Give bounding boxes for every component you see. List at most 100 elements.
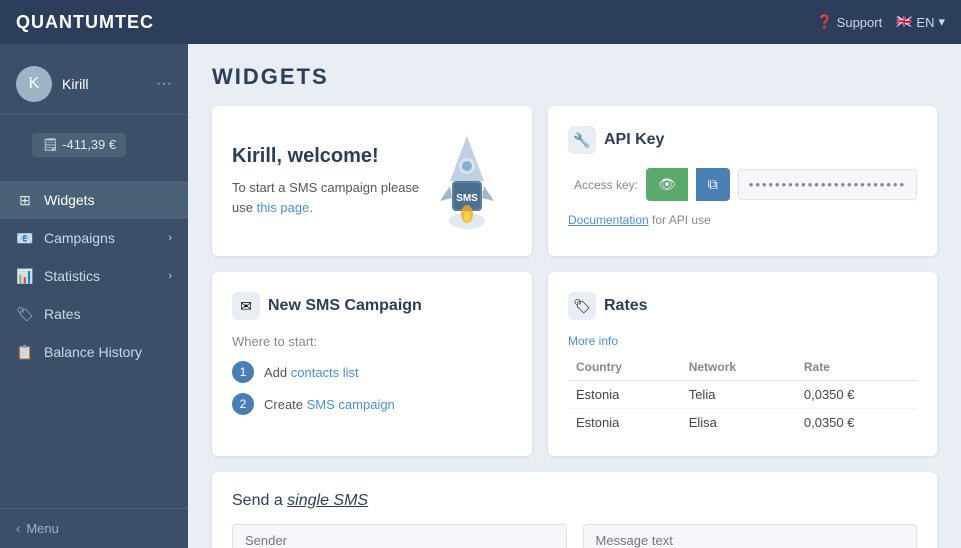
chevron-right-icon: › (168, 232, 172, 244)
sidebar-item-widgets[interactable]: ⊞ Widgets (0, 181, 188, 219)
welcome-description: To start a SMS campaign please use this … (232, 178, 422, 217)
api-key-widget: 🔧 API Key Access key: 👁 ⧉ ••••••••••••••… (548, 106, 937, 256)
rates-table-body: Estonia Telia 0,0350 € Estonia Elisa 0,0… (568, 381, 917, 437)
new-sms-campaign-widget: ✉ New SMS Campaign Where to start: 1 Add… (212, 272, 532, 456)
cell-rate: 0,0350 € (796, 381, 917, 409)
rates-icon: 🏷 (16, 305, 34, 323)
widget-header: 🏷 Rates (568, 292, 917, 320)
step-2-text: Create SMS campaign (264, 397, 395, 412)
flag-icon: 🇬🇧 (896, 14, 912, 30)
sidebar-user: K Kirill ··· (0, 54, 188, 115)
sms-campaign-link[interactable]: SMS campaign (307, 397, 395, 412)
welcome-heading: Kirill, welcome! (232, 145, 422, 168)
this-page-link[interactable]: this page (257, 200, 310, 215)
api-key-icon: 🔧 (568, 126, 596, 154)
send-sms-fields (232, 524, 917, 548)
statistics-icon: 📊 (16, 267, 34, 285)
sidebar: K Kirill ··· 🗒 -411,39 € ⊞ Widgets 📧 Cam… (0, 44, 188, 548)
api-key-row: Access key: 👁 ⧉ •••••••••••••••••••••••• (568, 168, 917, 201)
sidebar-item-statistics[interactable]: 📊 Statistics › (0, 257, 188, 295)
widget-grid: Kirill, welcome! To start a SMS campaign… (212, 106, 937, 548)
api-docs-link: Documentation for API use (568, 213, 917, 227)
avatar-initial: K (29, 75, 40, 93)
layout: K Kirill ··· 🗒 -411,39 € ⊞ Widgets 📧 Cam… (0, 44, 961, 548)
widget-header: ✉ New SMS Campaign (232, 292, 512, 320)
app-logo: QUANTUMTEC (16, 12, 154, 33)
welcome-text: Kirill, welcome! To start a SMS campaign… (232, 145, 422, 217)
svg-text:SMS: SMS (456, 193, 478, 204)
chevron-down-icon: ▾ (938, 14, 945, 30)
rates-table-header: Country Network Rate (568, 356, 917, 381)
step-number-1: 1 (232, 361, 254, 383)
sidebar-balance: 🗒 -411,39 € (32, 133, 126, 157)
access-key-label: Access key: (568, 178, 638, 192)
step-1-text: Add contacts list (264, 365, 359, 380)
page-title: WIDGETS (212, 64, 937, 90)
sidebar-user-menu-button[interactable]: ··· (156, 75, 172, 93)
sidebar-item-balance-history[interactable]: 📋 Balance History (0, 333, 188, 371)
rates-widget-icon: 🏷 (568, 292, 596, 320)
show-key-button[interactable]: 👁 (646, 168, 688, 201)
lang-label: EN (916, 15, 934, 30)
sms-campaign-icon: ✉ (232, 292, 260, 320)
rocket-illustration: SMS (422, 126, 512, 236)
rates-table: Country Network Rate Estonia Telia 0,035… (568, 356, 917, 436)
sidebar-nav: ⊞ Widgets 📧 Campaigns › 📊 Statistics › 🏷… (0, 175, 188, 508)
sidebar-item-rates[interactable]: 🏷 Rates (0, 295, 188, 333)
send-single-sms-widget: Send a single SMS (212, 472, 937, 548)
rates-more-info: More info (568, 334, 917, 348)
cell-network: Elisa (681, 409, 796, 437)
sidebar-item-label: Widgets (44, 192, 95, 208)
rates-widget: 🏷 Rates More info Country Network Rate (548, 272, 937, 456)
where-to-start-label: Where to start: (232, 334, 512, 349)
api-key-value: •••••••••••••••••••••••• (738, 169, 917, 200)
table-row: Estonia Elisa 0,0350 € (568, 409, 917, 437)
widget-header: 🔧 API Key (568, 126, 917, 154)
avatar: K (16, 66, 52, 102)
message-text-input[interactable] (583, 524, 918, 548)
support-label: Support (837, 15, 883, 30)
wallet-icon: 🗒 (42, 137, 59, 152)
table-row: Estonia Telia 0,0350 € (568, 381, 917, 409)
sender-input[interactable] (232, 524, 567, 548)
sidebar-item-label: Statistics (44, 268, 100, 284)
step-number-2: 2 (232, 393, 254, 415)
campaigns-icon: 📧 (16, 229, 34, 247)
send-sms-title: Send a single SMS (232, 492, 917, 510)
cell-country: Estonia (568, 409, 681, 437)
sms-step-2: 2 Create SMS campaign (232, 393, 512, 415)
api-key-title: API Key (604, 131, 664, 149)
copy-icon: ⧉ (708, 176, 718, 192)
welcome-widget: Kirill, welcome! To start a SMS campaign… (212, 106, 532, 256)
topbar-right: ❓ Support 🇬🇧 EN ▾ (816, 14, 945, 30)
eye-icon: 👁 (658, 176, 676, 192)
sidebar-username: Kirill (62, 76, 146, 92)
col-network: Network (681, 356, 796, 381)
cell-rate: 0,0350 € (796, 409, 917, 437)
sms-step-1: 1 Add contacts list (232, 361, 512, 383)
chevron-right-icon: › (168, 270, 172, 282)
cell-network: Telia (681, 381, 796, 409)
main-content: WIDGETS Kirill, welcome! To start a SMS … (188, 44, 961, 548)
sidebar-item-label: Campaigns (44, 230, 115, 246)
language-selector[interactable]: 🇬🇧 EN ▾ (896, 14, 945, 30)
support-icon: ❓ (816, 14, 832, 30)
col-rate: Rate (796, 356, 917, 381)
menu-label: Menu (26, 521, 59, 536)
chevron-left-icon: ‹ (16, 521, 20, 536)
copy-key-button[interactable]: ⧉ (696, 168, 730, 201)
sidebar-item-label: Rates (44, 306, 81, 322)
sidebar-item-label: Balance History (44, 344, 142, 360)
contacts-list-link[interactable]: contacts list (291, 365, 359, 380)
topbar: QUANTUMTEC ❓ Support 🇬🇧 EN ▾ (0, 0, 961, 44)
rates-title: Rates (604, 297, 648, 315)
balance-history-icon: 📋 (16, 343, 34, 361)
sidebar-item-campaigns[interactable]: 📧 Campaigns › (0, 219, 188, 257)
more-info-link[interactable]: More info (568, 334, 618, 348)
cell-country: Estonia (568, 381, 681, 409)
widgets-icon: ⊞ (16, 191, 34, 209)
col-country: Country (568, 356, 681, 381)
menu-toggle-button[interactable]: ‹ Menu (0, 508, 188, 548)
support-link[interactable]: ❓ Support (816, 14, 882, 30)
documentation-link[interactable]: Documentation (568, 213, 649, 227)
